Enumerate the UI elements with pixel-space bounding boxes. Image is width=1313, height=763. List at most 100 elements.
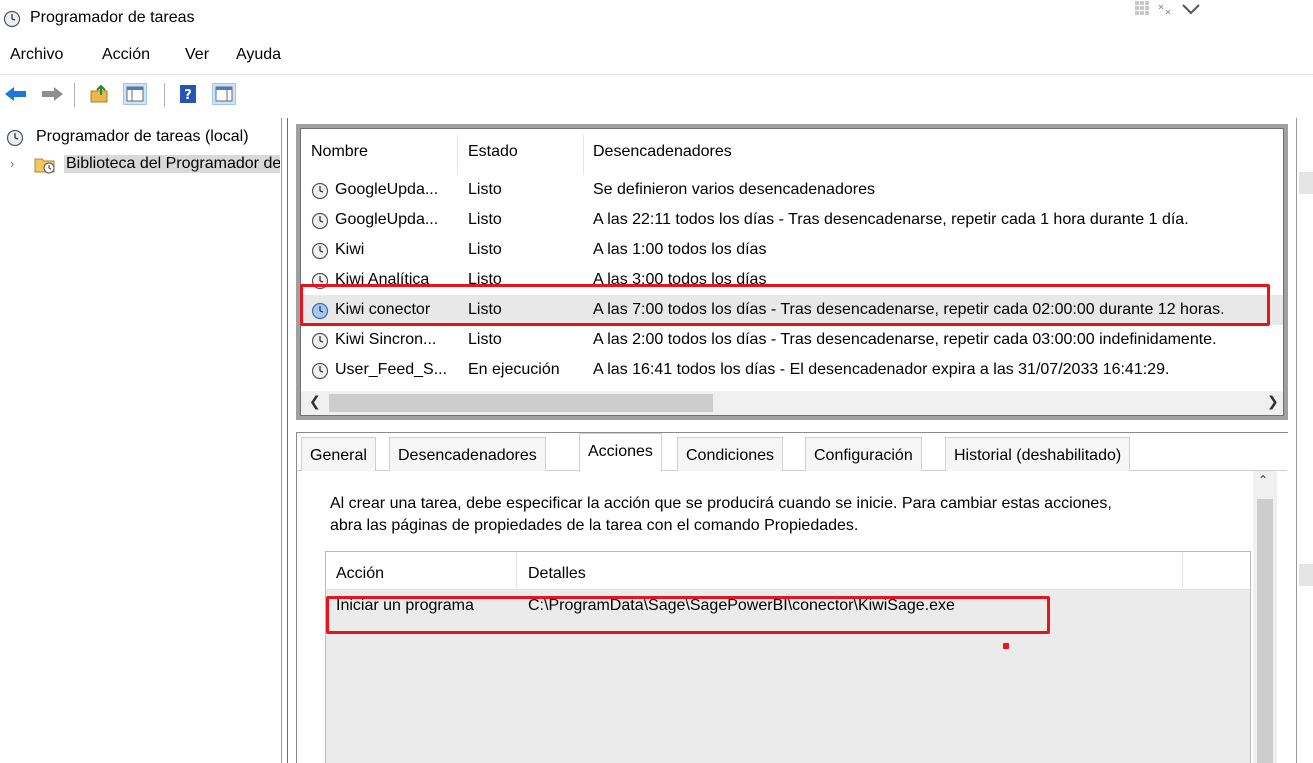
tab-desencadenadores[interactable]: Desencadenadores — [389, 437, 546, 471]
task-status: En ejecución — [468, 361, 560, 378]
column-divider[interactable] — [457, 135, 458, 175]
task-trigger: Se definieron varios desencadenadores — [593, 181, 875, 198]
column-header-nombre[interactable]: Nombre — [311, 143, 368, 161]
task-name: Kiwi — [335, 241, 365, 258]
task-row[interactable]: Kiwi Listo A las 1:00 todos los días — [301, 235, 1283, 265]
column-divider[interactable] — [1182, 552, 1183, 590]
tree-item-label: Biblioteca del Programador de tareas — [64, 155, 280, 173]
details-tabs: General Desencadenadores Acciones Condic… — [297, 433, 1287, 472]
forward-button[interactable] — [40, 83, 64, 105]
show-hide-tree-button[interactable] — [123, 83, 147, 105]
back-icon — [5, 87, 26, 101]
actions-pane-item[interactable] — [1299, 172, 1313, 194]
window-layout-icon[interactable] — [1133, 0, 1205, 20]
task-name: GoogleUpda... — [335, 211, 439, 228]
forward-icon — [42, 87, 63, 101]
task-trigger: A las 7:00 todos los días - Tras desenca… — [593, 301, 1225, 318]
svg-text:?: ? — [184, 88, 192, 103]
clock-icon — [311, 272, 329, 290]
menu-archivo[interactable]: Archivo — [10, 46, 63, 64]
menu-bar: Archivo Acción Ver Ayuda — [0, 38, 1313, 72]
clock-icon — [311, 332, 329, 350]
column-header-detalles[interactable]: Detalles — [528, 565, 586, 583]
tree-item-root[interactable]: Programador de tareas (local) — [0, 125, 280, 151]
column-divider[interactable] — [516, 552, 517, 590]
task-name: Kiwi Analítica — [335, 271, 430, 288]
actions-table: Acción Detalles Iniciar un programa C:\P… — [325, 551, 1251, 763]
description-line: Al crear una tarea, debe especificar la … — [330, 495, 1112, 512]
help-button[interactable]: ? — [176, 83, 200, 105]
task-row-selected[interactable]: Kiwi conector Listo A las 7:00 todos los… — [301, 295, 1283, 325]
window-title: Programador de tareas — [30, 9, 195, 26]
task-row[interactable]: GoogleUpda... Listo A las 22:11 todos lo… — [301, 205, 1283, 235]
tab-condiciones[interactable]: Condiciones — [677, 437, 784, 471]
task-trigger: A las 1:00 todos los días — [593, 241, 767, 258]
clock-icon — [311, 182, 329, 200]
task-list: Nombre Estado Desencadenadores GoogleUpd… — [300, 128, 1284, 416]
action-row[interactable]: Iniciar un programa C:\ProgramData\Sage\… — [326, 590, 1250, 620]
up-folder-button[interactable] — [88, 83, 112, 105]
tree-item-label: Programador de tareas (local) — [36, 128, 249, 145]
scrollbar-thumb[interactable] — [329, 394, 713, 412]
action-details: C:\ProgramData\Sage\SagePowerBI\conector… — [528, 597, 955, 614]
task-name: Kiwi Sincron... — [335, 331, 437, 348]
vertical-scrollbar[interactable]: ⌃ — [1253, 471, 1277, 763]
toolbar-separator — [164, 83, 165, 107]
up-folder-icon — [90, 84, 108, 103]
scroll-right-icon[interactable]: ❯ — [1267, 393, 1279, 410]
clock-icon — [311, 212, 329, 230]
task-status: Listo — [468, 301, 502, 318]
horizontal-scrollbar[interactable]: ❮ ❯ — [301, 391, 1283, 415]
actions-pane-item[interactable] — [1299, 564, 1313, 586]
show-hide-action-pane-icon — [215, 86, 233, 102]
task-name: User_Feed_S... — [335, 361, 448, 378]
tab-historial[interactable]: Historial (deshabilitado) — [945, 437, 1131, 471]
chevron-right-icon[interactable]: › — [10, 156, 14, 171]
show-hide-action-pane-button[interactable] — [212, 83, 236, 105]
back-button[interactable] — [4, 83, 28, 105]
clock-icon — [311, 242, 329, 260]
scroll-up-icon[interactable]: ⌃ — [1258, 473, 1268, 487]
task-status: Listo — [468, 271, 502, 288]
show-hide-tree-icon — [126, 86, 144, 102]
description-line: abra las páginas de propiedades de la ta… — [330, 517, 859, 534]
menu-accion[interactable]: Acción — [102, 46, 150, 64]
task-row[interactable]: GoogleUpda... Listo Se definieron varios… — [301, 175, 1283, 205]
task-list-panel: Nombre Estado Desencadenadores GoogleUpd… — [296, 124, 1288, 420]
column-header-estado[interactable]: Estado — [468, 143, 518, 161]
toolbar: ? — [0, 74, 1313, 114]
task-row[interactable]: Kiwi Sincron... Listo A las 2:00 todos l… — [301, 325, 1283, 355]
tab-acciones[interactable]: Acciones — [579, 433, 662, 472]
menu-ver[interactable]: Ver — [185, 46, 209, 64]
task-name: GoogleUpda... — [335, 181, 439, 198]
tree-item-library[interactable]: › Biblioteca del Programador de tareas — [0, 152, 280, 178]
task-trigger: A las 16:41 todos los días - El desencad… — [593, 361, 1170, 378]
clock-icon — [6, 129, 24, 147]
task-status: Listo — [468, 331, 502, 348]
task-details-panel: General Desencadenadores Acciones Condic… — [296, 432, 1288, 763]
actions-pane — [1296, 118, 1313, 763]
task-status: Listo — [468, 211, 502, 228]
tab-general[interactable]: General — [301, 437, 376, 471]
folder-clock-icon — [34, 158, 55, 174]
toolbar-separator — [74, 83, 75, 107]
scroll-left-icon[interactable]: ❮ — [309, 393, 321, 410]
help-icon: ? — [180, 85, 196, 103]
tab-configuracion[interactable]: Configuración — [805, 437, 922, 471]
clock-icon — [3, 10, 21, 28]
task-name: Kiwi conector — [335, 301, 431, 318]
menu-ayuda[interactable]: Ayuda — [236, 46, 281, 64]
clock-icon — [311, 302, 329, 320]
actions-table-header: Acción Detalles — [326, 552, 1250, 590]
task-row[interactable]: User_Feed_S... En ejecución A las 16:41 … — [301, 355, 1283, 385]
task-status: Listo — [468, 241, 502, 258]
clock-icon — [311, 362, 329, 380]
column-divider[interactable] — [583, 135, 584, 175]
task-trigger: A las 3:00 todos los días — [593, 271, 767, 288]
actions-description: Al crear una tarea, debe especificar la … — [330, 493, 1240, 537]
pane-splitter[interactable] — [282, 118, 288, 763]
task-row[interactable]: Kiwi Analítica Listo A las 3:00 todos lo… — [301, 265, 1283, 295]
scrollbar-thumb[interactable] — [1257, 499, 1273, 763]
column-header-desencadenadores[interactable]: Desencadenadores — [593, 143, 732, 161]
column-header-accion[interactable]: Acción — [336, 565, 384, 583]
